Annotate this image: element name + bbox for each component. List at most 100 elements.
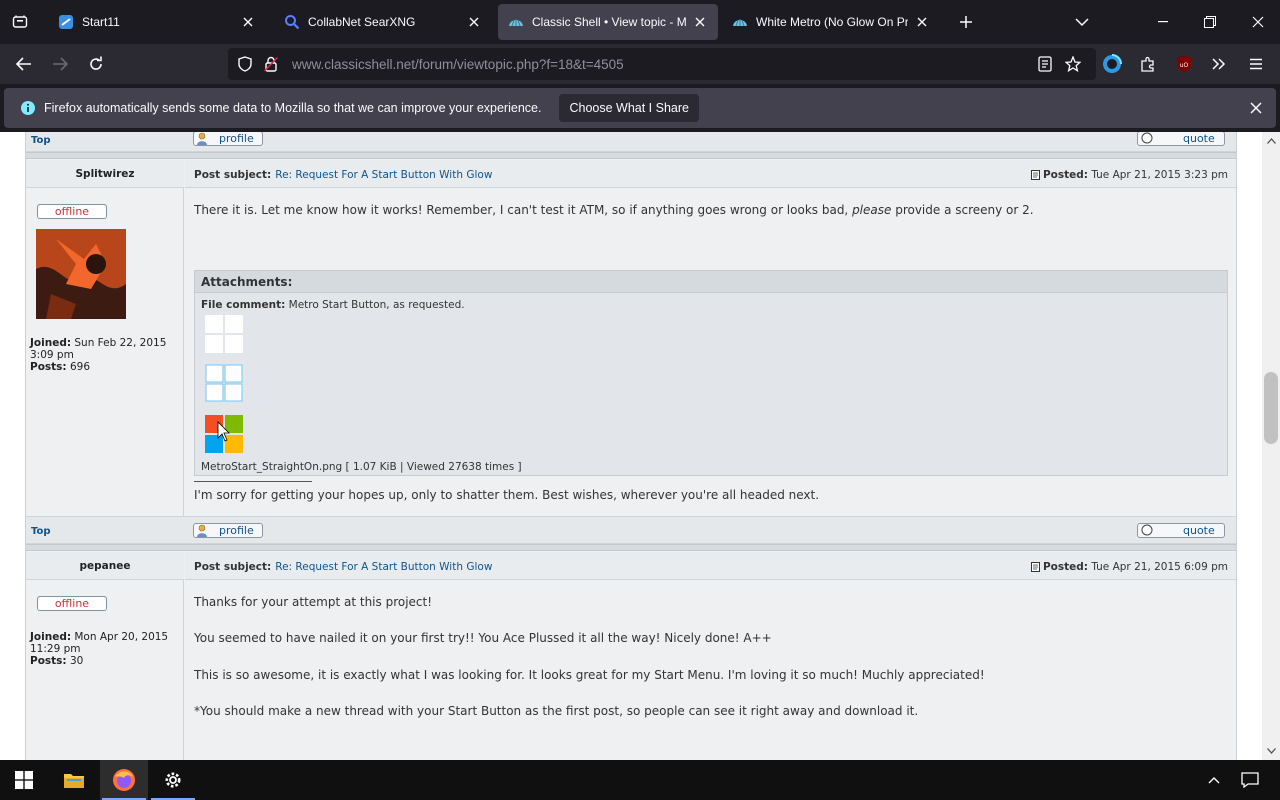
- close-window-icon[interactable]: [1240, 6, 1276, 38]
- post-body-line: There it is. Let me know how it works! R…: [194, 203, 1034, 217]
- posted-date: Tue Apr 21, 2015 6:09 pm: [1091, 561, 1228, 573]
- attachments-header: Attachments:: [195, 271, 1227, 293]
- post-footer-bar: Top profile quote: [26, 132, 1236, 152]
- post-separator: [26, 544, 1236, 551]
- posted-label: Posted:: [1042, 561, 1088, 573]
- post-author-name[interactable]: Splitwirez: [26, 160, 184, 188]
- account-avatar-icon[interactable]: [1096, 48, 1128, 80]
- profile-button[interactable]: profile: [193, 132, 263, 146]
- close-tab-icon[interactable]: [466, 14, 482, 30]
- restore-icon[interactable]: [1192, 6, 1228, 38]
- quote-button[interactable]: quote: [1137, 132, 1225, 146]
- post-document-icon[interactable]: [1030, 170, 1040, 180]
- reload-icon[interactable]: [80, 48, 112, 80]
- page-scrollbar[interactable]: [1262, 132, 1280, 760]
- posted-label: Posted:: [1042, 169, 1088, 181]
- quote-icon: [1141, 132, 1153, 144]
- notification-message: Firefox automatically sends some data to…: [44, 101, 542, 115]
- profile-button[interactable]: profile: [193, 523, 263, 538]
- glow-start-button-image[interactable]: [205, 364, 243, 402]
- post-body-line: *You should make a new thread with your …: [194, 704, 919, 718]
- tab-collabnet-searxng[interactable]: CollabNet SearXNG: [274, 4, 492, 40]
- top-link[interactable]: Top: [31, 135, 51, 146]
- forum-post: pepanee Post subject: Re: Request For A S…: [26, 552, 1236, 760]
- signature-text: I'm sorry for getting your hopes up, onl…: [194, 488, 820, 502]
- ublock-origin-icon[interactable]: uO: [1168, 48, 1200, 80]
- tab-title: Start11: [82, 15, 120, 29]
- close-tab-icon[interactable]: [692, 14, 708, 30]
- quote-button[interactable]: quote: [1137, 523, 1225, 538]
- classic-shell-favicon-icon: [732, 14, 748, 30]
- white-start-button-image[interactable]: [205, 315, 243, 353]
- tracking-protection-shield-icon[interactable]: [232, 48, 258, 80]
- post-subject-bar: Post subject: Re: Request For A Start But…: [185, 552, 1236, 580]
- subject-label: Post subject:: [194, 169, 272, 181]
- more-tools-chevron-icon[interactable]: [1203, 48, 1235, 80]
- tab-start11[interactable]: Start11: [48, 4, 266, 40]
- data-collection-notification-bar: Firefox automatically sends some data to…: [4, 88, 1276, 128]
- tab-white-metro[interactable]: White Metro (No Glow On Press): [722, 4, 940, 40]
- forum-post: Splitwirez Post subject: Re: Request For …: [26, 160, 1236, 516]
- user-avatar: [36, 229, 126, 319]
- tab-classic-shell[interactable]: Classic Shell • View topic - Micro: [498, 4, 718, 40]
- minimize-icon[interactable]: [1146, 6, 1182, 38]
- offline-status-badge: offline: [37, 204, 107, 219]
- settings-icon[interactable]: [149, 760, 197, 800]
- post-body-line: You seemed to have nailed it on your fir…: [194, 631, 772, 645]
- tab-title: Classic Shell • View topic - Micro: [532, 15, 686, 29]
- firefox-view-icon[interactable]: [6, 8, 34, 36]
- offline-status-badge: offline: [37, 596, 107, 611]
- app-menu-hamburger-icon[interactable]: [1240, 48, 1272, 80]
- scrollbar-thumb[interactable]: [1264, 372, 1278, 444]
- page-content: Top profile quote Splitwirez Post subjec…: [0, 132, 1280, 760]
- quote-label: quote: [1183, 132, 1215, 145]
- forward-arrow-icon[interactable]: [44, 48, 76, 80]
- post-subject-link[interactable]: Re: Request For A Start Button With Glow: [275, 561, 492, 573]
- post-document-icon[interactable]: [1030, 562, 1040, 572]
- start-icon[interactable]: [0, 760, 48, 800]
- tab-title: CollabNet SearXNG: [308, 15, 416, 29]
- bookmark-star-icon[interactable]: [1057, 48, 1089, 80]
- posted-date: Tue Apr 21, 2015 3:23 pm: [1091, 169, 1228, 181]
- profile-icon: [197, 132, 207, 145]
- post-body-line: This is so awesome, it is exactly what I…: [194, 668, 985, 682]
- scroll-up-arrow-icon[interactable]: [1262, 134, 1280, 148]
- attachments-box: Attachments: File comment: Metro Start B…: [194, 270, 1228, 476]
- list-all-tabs-chevron-down-icon[interactable]: [1068, 8, 1096, 36]
- file-explorer-icon[interactable]: [50, 760, 98, 800]
- search-favicon-icon: [284, 14, 300, 30]
- forum-topic: Top profile quote Splitwirez Post subjec…: [25, 132, 1237, 760]
- quote-label: quote: [1183, 524, 1215, 537]
- top-link[interactable]: Top: [31, 526, 51, 537]
- scroll-down-arrow-icon[interactable]: [1262, 744, 1280, 758]
- svg-text:uO: uO: [1180, 62, 1189, 69]
- firefox-icon[interactable]: [100, 760, 148, 800]
- post-body-line: Thanks for your attempt at this project!: [194, 595, 433, 609]
- extensions-puzzle-icon[interactable]: [1132, 48, 1164, 80]
- url-text: www.classicshell.net/forum/viewtopic.php…: [292, 56, 624, 72]
- notification-center-icon[interactable]: [1230, 760, 1270, 800]
- color-start-button-image[interactable]: [205, 415, 243, 453]
- close-notification-icon[interactable]: [1246, 98, 1266, 118]
- close-tab-icon[interactable]: [240, 14, 256, 30]
- author-meta: Joined: Sun Feb 22, 2015 3:09 pm Posts: …: [30, 337, 167, 373]
- new-tab-icon[interactable]: [952, 8, 980, 36]
- quote-icon: [1141, 524, 1153, 536]
- post-count: 30: [69, 655, 84, 667]
- insecure-lock-icon[interactable]: [258, 48, 284, 80]
- profile-label: profile: [219, 524, 254, 537]
- choose-what-i-share-button[interactable]: Choose What I Share: [559, 94, 699, 122]
- post-author-name[interactable]: pepanee: [26, 552, 184, 580]
- classic-shell-favicon-icon: [508, 14, 524, 30]
- subject-label: Post subject:: [194, 561, 272, 573]
- back-arrow-icon[interactable]: [8, 48, 40, 80]
- post-count: 696: [69, 361, 91, 373]
- windows-taskbar: [0, 760, 1280, 800]
- post-subject-link[interactable]: Re: Request For A Start Button With Glow: [275, 169, 492, 181]
- post-subject-bar: Post subject: Re: Request For A Start But…: [185, 160, 1236, 188]
- tab-strip: Start11 CollabNet SearXNG Classic Shell …: [0, 0, 1280, 44]
- close-tab-icon[interactable]: [914, 14, 930, 30]
- profile-label: profile: [219, 132, 254, 145]
- attachment-filename[interactable]: MetroStart_StraightOn.png [ 1.07 KiB | V…: [201, 461, 522, 473]
- address-bar[interactable]: www.classicshell.net/forum/viewtopic.php…: [228, 48, 1096, 80]
